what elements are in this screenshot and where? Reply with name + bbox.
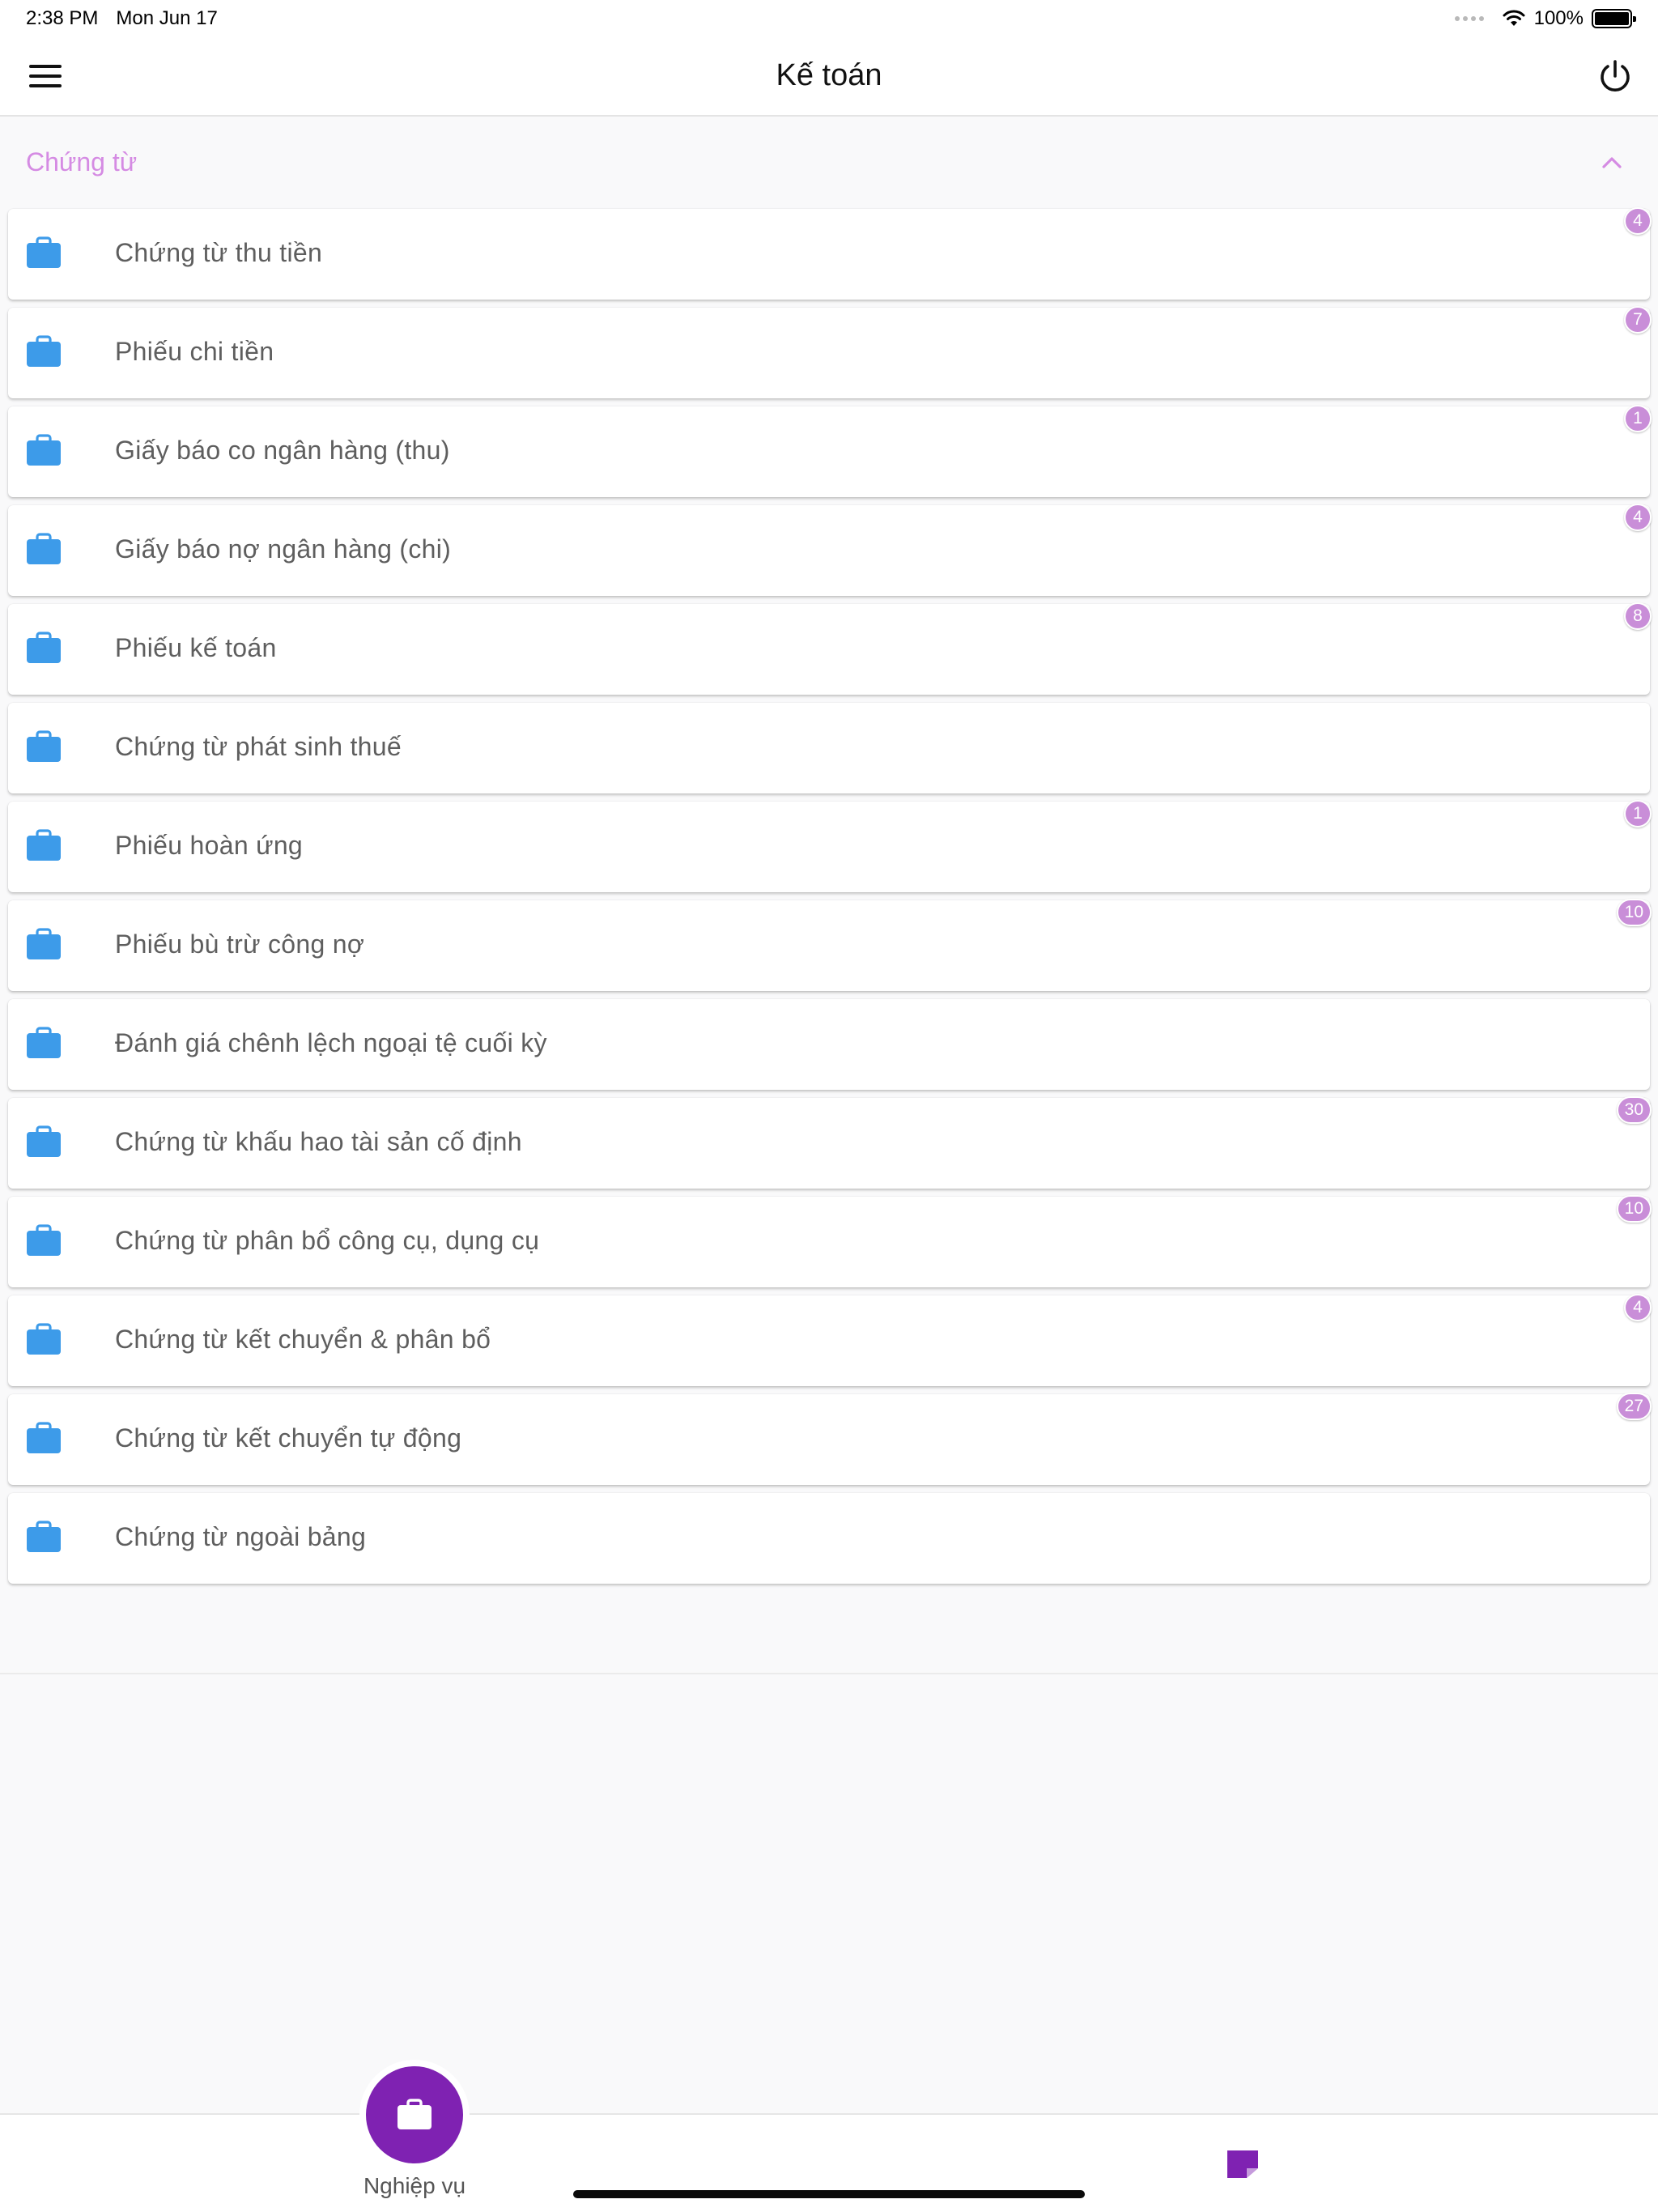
list-item-label: Chứng từ ngoài bảng <box>115 1522 367 1551</box>
list-item[interactable]: Chứng từ khấu hao tài sản cố định 30 <box>8 1096 1652 1189</box>
page-title: Kế toán <box>776 58 882 92</box>
cellular-signal-icon <box>1454 16 1484 21</box>
briefcase-icon <box>27 1224 61 1256</box>
list-item[interactable]: Giấy báo co ngân hàng (thu) 1 <box>8 405 1652 497</box>
list-item[interactable]: Chứng từ ngoài bảng <box>8 1493 1650 1584</box>
document-icon[interactable] <box>1224 2147 1261 2180</box>
list-item-label: Chứng từ khấu hao tài sản cố định <box>115 1127 522 1156</box>
document-list: Chứng từ thu tiền 4 Phiếu chi tiền 7 Giấy bá… <box>8 207 1652 1592</box>
count-badge: 4 <box>1624 1294 1652 1321</box>
briefcase-icon <box>27 335 61 367</box>
list-item[interactable]: Chứng từ kết chuyển tự động 27 <box>8 1393 1652 1485</box>
briefcase-icon <box>27 1422 61 1453</box>
list-item-label: Đánh giá chênh lệch ngoại tệ cuối kỳ <box>115 1028 547 1057</box>
status-date: Mon Jun 17 <box>116 7 218 29</box>
chevron-up-icon[interactable] <box>1598 149 1626 177</box>
list-item[interactable]: Chứng từ phân bổ công cụ, dụng cụ 10 <box>8 1195 1652 1287</box>
count-badge: 10 <box>1616 1195 1652 1223</box>
divider <box>0 1673 1658 1674</box>
wifi-icon <box>1503 10 1525 26</box>
count-badge: 1 <box>1624 800 1652 827</box>
tab-nghiep-vu-button[interactable] <box>366 2066 463 2163</box>
list-item-label: Giấy báo nợ ngân hàng (chi) <box>115 534 452 564</box>
status-time: 2:38 PM <box>26 7 99 29</box>
list-item-label: Chứng từ thu tiền <box>115 238 323 267</box>
nav-bar: Kế toán <box>0 37 1658 117</box>
status-left: 2:38 PM Mon Jun 17 <box>26 7 218 30</box>
list-item-label: Giấy báo co ngân hàng (thu) <box>115 436 450 465</box>
list-item-label: Chứng từ kết chuyển tự động <box>115 1423 462 1453</box>
briefcase-icon <box>27 434 61 466</box>
list-item-label: Phiếu kế toán <box>115 633 277 662</box>
tab-nghiep-vu-label[interactable]: Nghiệp vụ <box>317 2173 512 2199</box>
briefcase-icon <box>27 928 61 959</box>
briefcase-icon <box>27 1125 61 1157</box>
list-item[interactable]: Đánh giá chênh lệch ngoại tệ cuối kỳ <box>8 999 1650 1090</box>
list-item[interactable]: Chứng từ thu tiền 4 <box>8 207 1652 300</box>
briefcase-icon <box>27 1323 61 1355</box>
briefcase-icon <box>27 1027 61 1058</box>
home-indicator <box>573 2190 1085 2198</box>
power-icon[interactable] <box>1596 58 1634 96</box>
list-item[interactable]: Phiếu bù trừ công nợ 10 <box>8 899 1652 991</box>
list-item[interactable]: Phiếu chi tiền 7 <box>8 306 1652 398</box>
battery-percent: 100% <box>1533 7 1584 29</box>
list-item-label: Chứng từ phân bổ công cụ, dụng cụ <box>115 1226 540 1255</box>
list-item-label: Chứng từ kết chuyển & phân bổ <box>115 1325 491 1354</box>
list-item[interactable]: Giấy báo nợ ngân hàng (chi) 4 <box>8 504 1652 596</box>
count-badge: 10 <box>1616 899 1652 926</box>
briefcase-icon <box>27 1521 61 1552</box>
list-item-label: Phiếu bù trừ công nợ <box>115 929 365 959</box>
count-badge: 1 <box>1624 405 1652 432</box>
status-right: 100% <box>1454 7 1636 30</box>
count-badge: 4 <box>1624 504 1652 531</box>
briefcase-icon <box>397 2099 432 2129</box>
list-item-label: Phiếu hoàn ứng <box>115 831 304 860</box>
briefcase-icon <box>27 730 61 762</box>
page: 2:38 PM Mon Jun 17 100% Kế toán Chứng từ <box>0 0 1658 2212</box>
section-header[interactable]: Chứng từ <box>0 118 1658 207</box>
briefcase-icon <box>27 236 61 268</box>
status-bar: 2:38 PM Mon Jun 17 100% <box>0 0 1658 37</box>
briefcase-icon <box>27 829 61 861</box>
briefcase-icon <box>27 533 61 564</box>
list-item[interactable]: Phiếu hoàn ứng 1 <box>8 800 1652 892</box>
count-badge: 27 <box>1616 1393 1652 1420</box>
list-item-label: Phiếu chi tiền <box>115 337 274 366</box>
count-badge: 30 <box>1616 1096 1652 1124</box>
count-badge: 7 <box>1624 306 1652 334</box>
battery-icon <box>1592 9 1636 28</box>
section-title: Chứng từ <box>26 147 138 177</box>
count-badge: 4 <box>1624 207 1652 235</box>
count-badge: 8 <box>1624 602 1652 630</box>
list-item[interactable]: Chứng từ kết chuyển & phân bổ 4 <box>8 1294 1652 1386</box>
list-item-label: Chứng từ phát sinh thuế <box>115 732 402 761</box>
list-item[interactable]: Chứng từ phát sinh thuế <box>8 703 1650 793</box>
list-item[interactable]: Phiếu kế toán 8 <box>8 602 1652 695</box>
briefcase-icon <box>27 632 61 663</box>
